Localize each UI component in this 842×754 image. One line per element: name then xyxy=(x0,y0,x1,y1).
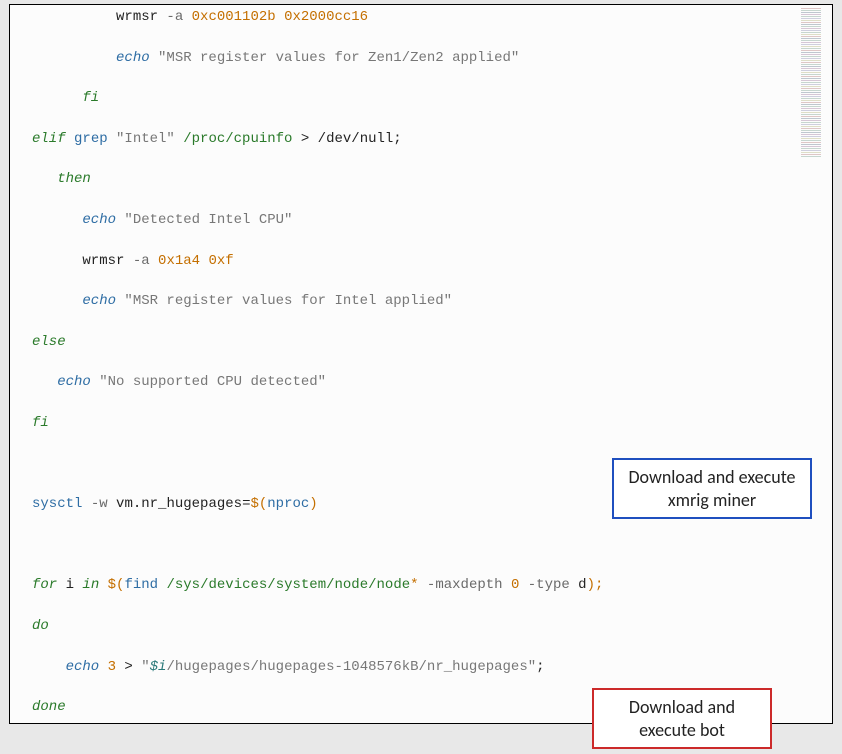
code-token: -a xyxy=(158,9,183,25)
code-token: fi xyxy=(32,415,49,431)
code-token: echo xyxy=(32,659,99,675)
code-token: echo xyxy=(32,293,116,309)
callout-xmrig: Download and execute xmrig miner xyxy=(612,458,812,519)
code-token: -type xyxy=(519,577,569,593)
code-token: ; xyxy=(393,131,401,147)
code-token: ); xyxy=(587,577,604,593)
code-token: then xyxy=(32,171,91,187)
code-token: /hugepages/hugepages-1048576kB/nr_hugepa… xyxy=(166,659,536,675)
code-token: for xyxy=(32,577,57,593)
callout-text: Download and execute xmrig miner xyxy=(628,466,795,511)
code-token: $( xyxy=(99,577,124,593)
code-token: -a xyxy=(124,253,149,269)
code-token: "Detected Intel CPU" xyxy=(116,212,292,228)
code-token: "MSR register values for Intel applied" xyxy=(116,293,452,309)
screenshot-frame: { "code": { "l01a": " wrmsr", "l01b": " … xyxy=(0,0,842,754)
code-token: 0 xyxy=(503,577,520,593)
code-token: 0xc001102b 0x2000cc16 xyxy=(183,9,368,25)
code-token: * xyxy=(410,577,418,593)
code-token: -maxdepth xyxy=(419,577,503,593)
code-token: 3 xyxy=(99,659,116,675)
code-token: ; xyxy=(536,659,544,675)
code-token: echo xyxy=(32,374,91,390)
code-token: sysctl xyxy=(32,496,82,512)
code-token: else xyxy=(32,334,66,350)
code-area[interactable]: wrmsr -a 0xc001102b 0x2000cc16 echo "MSR… xyxy=(10,5,832,724)
callout-bot: Download and execute bot xyxy=(592,688,772,749)
code-token: /sys/devices/system/node/node xyxy=(158,577,410,593)
code-token: ) xyxy=(309,496,317,512)
code-token: > xyxy=(116,659,133,675)
code-token: i xyxy=(57,577,74,593)
code-token: $i xyxy=(150,659,167,675)
code-token: "MSR register values for Zen1/Zen2 appli… xyxy=(150,50,520,66)
code-token: echo xyxy=(32,212,116,228)
code-token: elif xyxy=(32,131,66,147)
code-token: /dev/null xyxy=(309,131,393,147)
code-token: " xyxy=(133,659,150,675)
code-token: grep xyxy=(66,131,108,147)
code-token: do xyxy=(32,618,49,634)
code-token: vm.nr_hugepages= xyxy=(108,496,251,512)
code-token: -w xyxy=(82,496,107,512)
code-token: done xyxy=(32,699,66,715)
code-token: $( xyxy=(250,496,267,512)
code-token: "No supported CPU detected" xyxy=(91,374,326,390)
code-token: d xyxy=(570,577,587,593)
code-token: > xyxy=(292,131,309,147)
code-token: 0x1a4 0xf xyxy=(150,253,234,269)
code-token: /proc/cpuinfo xyxy=(175,131,293,147)
code-token: fi xyxy=(32,90,99,106)
code-token: find xyxy=(124,577,158,593)
code-token: "Intel" xyxy=(108,131,175,147)
callout-text: Download and execute bot xyxy=(629,696,735,741)
code-token: echo xyxy=(32,50,150,66)
code-token: nproc xyxy=(267,496,309,512)
code-token: in xyxy=(74,577,99,593)
code-token: wrmsr xyxy=(32,9,158,25)
code-token: wrmsr xyxy=(32,253,124,269)
code-editor: wrmsr -a 0xc001102b 0x2000cc16 echo "MSR… xyxy=(9,4,833,724)
